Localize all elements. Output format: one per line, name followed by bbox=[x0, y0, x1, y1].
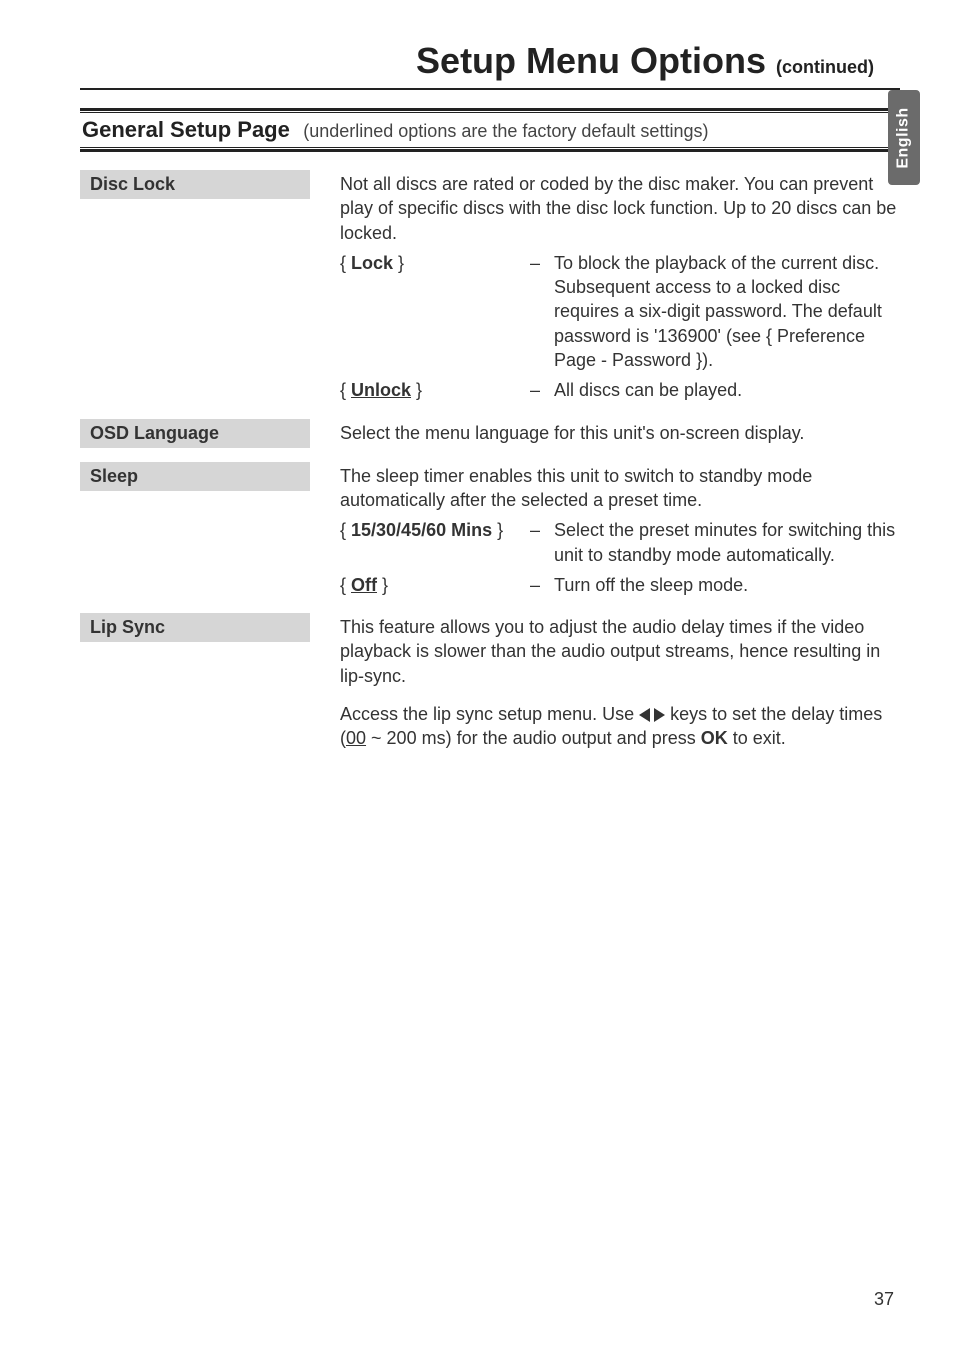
page-title-main: Setup Menu Options bbox=[416, 40, 766, 82]
row-disc-lock: Disc Lock Not all discs are rated or cod… bbox=[80, 170, 900, 405]
disc-lock-opt-unlock: { Unlock } – All discs can be played. bbox=[340, 378, 900, 402]
row-sleep: Sleep The sleep timer enables this unit … bbox=[80, 462, 900, 599]
language-side-tab-label: English bbox=[895, 107, 913, 168]
osd-language-intro: Select the menu language for this unit's… bbox=[340, 421, 900, 445]
page-title-sub: (continued) bbox=[776, 57, 874, 78]
disc-lock-opt-lock: { Lock } – To block the playback of the … bbox=[340, 251, 900, 372]
section-rule-top bbox=[80, 108, 900, 111]
page-number: 37 bbox=[874, 1289, 894, 1310]
row-lip-sync: Lip Sync This feature allows you to adju… bbox=[80, 613, 900, 752]
sleep-opt-mins: { 15/30/45/60 Mins } – Select the preset… bbox=[340, 518, 900, 567]
sleep-opt-off: { Off } – Turn off the sleep mode. bbox=[340, 573, 900, 597]
label-lip-sync: Lip Sync bbox=[80, 613, 310, 642]
left-arrow-icon bbox=[639, 708, 650, 722]
label-osd-language: OSD Language bbox=[80, 419, 310, 448]
section-header: General Setup Page (underlined options a… bbox=[80, 108, 900, 152]
sleep-opt-mins-key: { 15/30/45/60 Mins } bbox=[340, 518, 530, 567]
body-disc-lock: Not all discs are rated or coded by the … bbox=[310, 170, 900, 405]
dash-icon: – bbox=[530, 518, 554, 567]
disc-lock-opt-lock-key: { Lock } bbox=[340, 251, 530, 372]
lip-sync-intro: This feature allows you to adjust the au… bbox=[340, 615, 900, 688]
dash-icon: – bbox=[530, 378, 554, 402]
section-rule-bottom-2 bbox=[80, 149, 900, 152]
disc-lock-opt-unlock-key: { Unlock } bbox=[340, 378, 530, 402]
body-osd-language: Select the menu language for this unit's… bbox=[310, 419, 900, 448]
section-name: General Setup Page bbox=[82, 117, 290, 142]
disc-lock-intro: Not all discs are rated or coded by the … bbox=[340, 172, 900, 245]
disc-lock-opt-unlock-val: All discs can be played. bbox=[554, 378, 900, 402]
dash-icon: – bbox=[530, 573, 554, 597]
row-osd-language: OSD Language Select the menu language fo… bbox=[80, 419, 900, 448]
body-sleep: The sleep timer enables this unit to swi… bbox=[310, 462, 900, 599]
disc-lock-opt-lock-val: To block the playback of the current dis… bbox=[554, 251, 900, 372]
sleep-opt-off-val: Turn off the sleep mode. bbox=[554, 573, 900, 597]
right-arrow-icon bbox=[654, 708, 665, 722]
body-lip-sync: This feature allows you to adjust the au… bbox=[310, 613, 900, 752]
section-note: (underlined options are the factory defa… bbox=[303, 121, 708, 141]
title-rule bbox=[80, 88, 900, 90]
sleep-intro: The sleep timer enables this unit to swi… bbox=[340, 464, 900, 513]
section-rule-bottom bbox=[80, 147, 900, 148]
language-side-tab: English bbox=[888, 90, 920, 185]
lip-sync-detail: Access the lip sync setup menu. Use keys… bbox=[340, 702, 900, 751]
label-disc-lock: Disc Lock bbox=[80, 170, 310, 199]
page-title: Setup Menu Options (continued) bbox=[80, 40, 894, 82]
sleep-opt-off-key: { Off } bbox=[340, 573, 530, 597]
label-sleep: Sleep bbox=[80, 462, 310, 491]
dash-icon: – bbox=[530, 251, 554, 372]
sleep-opt-mins-val: Select the preset minutes for switching … bbox=[554, 518, 900, 567]
